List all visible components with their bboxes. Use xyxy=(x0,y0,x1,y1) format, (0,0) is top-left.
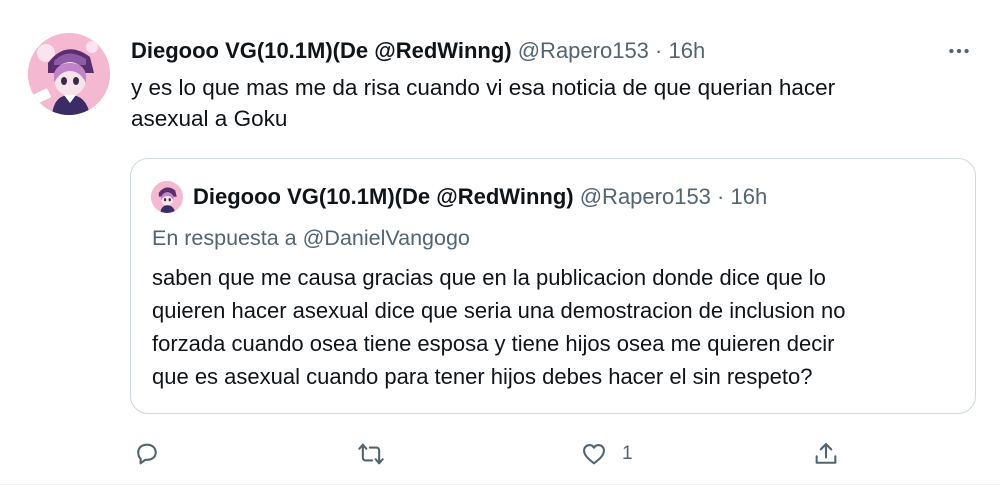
author-avatar[interactable] xyxy=(28,33,110,115)
reply-prefix: En respuesta a xyxy=(152,226,297,250)
author-handle[interactable]: @Rapero153 xyxy=(518,38,649,63)
quoted-author-handle: @Rapero153 xyxy=(579,184,711,209)
tweet-header: Diegooo VG(10.1M)(De @RedWinng) @Rapero1… xyxy=(131,37,705,65)
quoted-tweet-text: saben que me causa gracias que en la pub… xyxy=(152,265,846,389)
tweet[interactable]: Diegooo VG(10.1M)(De @RedWinng) @Rapero1… xyxy=(0,0,1000,487)
like-button[interactable]: 1 xyxy=(580,436,633,472)
tweet-actions: 1 xyxy=(0,436,1000,476)
share-icon xyxy=(815,443,837,464)
author-name[interactable]: Diegooo VG(10.1M)(De @RedWinng) xyxy=(131,38,512,63)
more-options-button[interactable] xyxy=(944,36,974,66)
quoted-author-avatar xyxy=(151,181,183,213)
reply-button[interactable] xyxy=(133,436,161,472)
tweet-timestamp[interactable]: 16h xyxy=(669,38,706,63)
quoted-tweet-header: Diegooo VG(10.1M)(De @RedWinng) @Rapero1… xyxy=(193,182,767,212)
quoted-tweet[interactable]: Diegooo VG(10.1M)(De @RedWinng) @Rapero1… xyxy=(130,158,976,414)
retweet-icon xyxy=(358,443,384,465)
quoted-avatar-illustration xyxy=(151,181,183,213)
like-heart-icon xyxy=(583,443,605,465)
reply-icon xyxy=(137,443,157,465)
retweet-button[interactable] xyxy=(357,436,385,472)
reply-mention-link[interactable]: @DanielVangogo xyxy=(303,226,470,250)
quoted-author-name: Diegooo VG(10.1M)(De @RedWinng) xyxy=(193,184,574,209)
tweet-text: y es lo que mas me da risa cuando vi esa… xyxy=(131,75,836,131)
separator-dot: · xyxy=(655,38,663,63)
share-button[interactable] xyxy=(812,436,840,472)
like-count: 1 xyxy=(622,443,633,464)
reply-context: En respuesta a @DanielVangogo xyxy=(152,223,470,253)
avatar-illustration xyxy=(28,33,110,115)
more-horizontal-icon xyxy=(949,48,969,54)
divider xyxy=(0,484,1000,485)
quoted-separator-dot: · xyxy=(717,184,725,209)
quoted-timestamp: 16h xyxy=(730,184,768,209)
